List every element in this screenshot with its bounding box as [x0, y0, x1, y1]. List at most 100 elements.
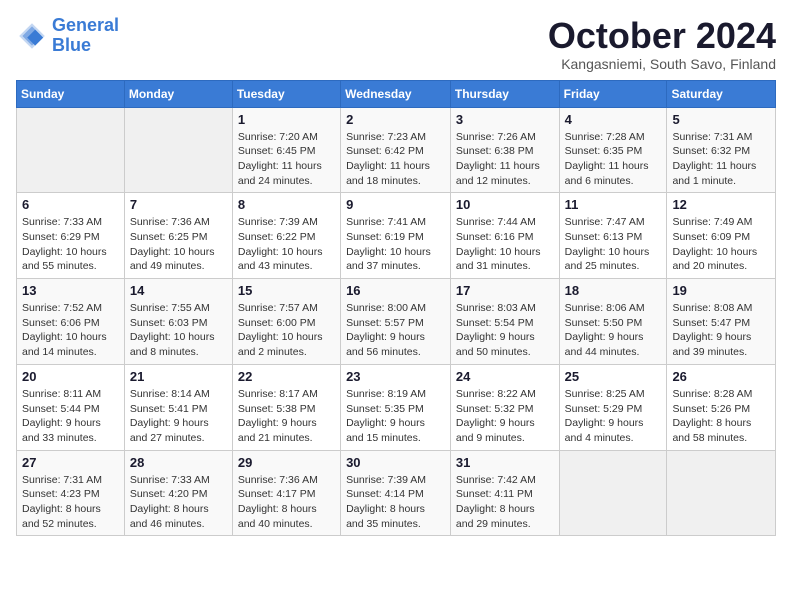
day-info: Sunrise: 7:26 AM Sunset: 6:38 PM Dayligh…	[456, 130, 554, 189]
day-info: Sunrise: 7:57 AM Sunset: 6:00 PM Dayligh…	[238, 301, 335, 360]
calendar-week-5: 27 Sunrise: 7:31 AM Sunset: 4:23 PM Dayli…	[17, 450, 776, 536]
day-number: 23	[346, 369, 445, 384]
calendar-cell: 4Sunrise: 7:28 AM Sunset: 6:35 PM Daylig…	[559, 107, 667, 193]
calendar-cell: 19 Sunrise: 8:08 AM Sunset: 5:47 PM Dayli…	[667, 279, 776, 365]
calendar-week-2: 6 Sunrise: 7:33 AM Sunset: 6:29 PM Daylig…	[17, 193, 776, 279]
day-info: Sunrise: 7:39 AM Sunset: 6:22 PM Dayligh…	[238, 215, 335, 274]
day-info: Sunrise: 7:52 AM Sunset: 6:06 PM Dayligh…	[22, 301, 119, 360]
calendar-week-1: 1Sunrise: 7:20 AM Sunset: 6:45 PM Daylig…	[17, 107, 776, 193]
calendar-cell: 23 Sunrise: 8:19 AM Sunset: 5:35 PM Dayli…	[341, 364, 451, 450]
day-info: Sunrise: 7:42 AM Sunset: 4:11 PM Dayligh…	[456, 473, 554, 532]
day-info: Sunrise: 7:41 AM Sunset: 6:19 PM Dayligh…	[346, 215, 445, 274]
calendar-cell: 14 Sunrise: 7:55 AM Sunset: 6:03 PM Dayli…	[124, 279, 232, 365]
calendar-cell: 16Sunrise: 8:00 AM Sunset: 5:57 PM Dayli…	[341, 279, 451, 365]
day-info: Sunrise: 8:00 AM Sunset: 5:57 PM Dayligh…	[346, 301, 445, 360]
calendar-cell	[667, 450, 776, 536]
day-info: Sunrise: 7:39 AM Sunset: 4:14 PM Dayligh…	[346, 473, 445, 532]
day-info: Sunrise: 8:22 AM Sunset: 5:32 PM Dayligh…	[456, 387, 554, 446]
day-number: 31	[456, 455, 554, 470]
day-number: 25	[565, 369, 662, 384]
day-number: 19	[672, 283, 770, 298]
day-info: Sunrise: 7:36 AM Sunset: 4:17 PM Dayligh…	[238, 473, 335, 532]
day-info: Sunrise: 8:19 AM Sunset: 5:35 PM Dayligh…	[346, 387, 445, 446]
calendar-cell: 31 Sunrise: 7:42 AM Sunset: 4:11 PM Dayli…	[450, 450, 559, 536]
calendar-header: Sunday Monday Tuesday Wednesday Thursday…	[17, 80, 776, 107]
calendar-cell	[124, 107, 232, 193]
calendar-cell: 15 Sunrise: 7:57 AM Sunset: 6:00 PM Dayli…	[232, 279, 340, 365]
month-title: October 2024	[548, 16, 776, 56]
calendar-cell: 30 Sunrise: 7:39 AM Sunset: 4:14 PM Dayli…	[341, 450, 451, 536]
day-number: 18	[565, 283, 662, 298]
header-friday: Friday	[559, 80, 667, 107]
day-info: Sunrise: 8:03 AM Sunset: 5:54 PM Dayligh…	[456, 301, 554, 360]
day-number: 12	[672, 197, 770, 212]
day-info: Sunrise: 7:44 AM Sunset: 6:16 PM Dayligh…	[456, 215, 554, 274]
day-number: 6	[22, 197, 119, 212]
calendar-cell: 1Sunrise: 7:20 AM Sunset: 6:45 PM Daylig…	[232, 107, 340, 193]
logo-line1: General	[52, 15, 119, 35]
calendar-cell: 27 Sunrise: 7:31 AM Sunset: 4:23 PM Dayli…	[17, 450, 125, 536]
header-thursday: Thursday	[450, 80, 559, 107]
day-number: 14	[130, 283, 227, 298]
day-number: 2	[346, 112, 445, 127]
day-info: Sunrise: 7:31 AM Sunset: 4:23 PM Dayligh…	[22, 473, 119, 532]
calendar-body: 1Sunrise: 7:20 AM Sunset: 6:45 PM Daylig…	[17, 107, 776, 536]
day-info: Sunrise: 7:47 AM Sunset: 6:13 PM Dayligh…	[565, 215, 662, 274]
day-number: 29	[238, 455, 335, 470]
calendar-week-3: 13 Sunrise: 7:52 AM Sunset: 6:06 PM Dayli…	[17, 279, 776, 365]
calendar-cell	[559, 450, 667, 536]
day-number: 10	[456, 197, 554, 212]
day-number: 24	[456, 369, 554, 384]
day-number: 3	[456, 112, 554, 127]
page-header: General Blue October 2024 Kangasniemi, S…	[16, 16, 776, 72]
header-tuesday: Tuesday	[232, 80, 340, 107]
day-number: 17	[456, 283, 554, 298]
calendar-cell: 22Sunrise: 8:17 AM Sunset: 5:38 PM Dayli…	[232, 364, 340, 450]
calendar-cell: 28Sunrise: 7:33 AM Sunset: 4:20 PM Dayli…	[124, 450, 232, 536]
calendar-cell: 12 Sunrise: 7:49 AM Sunset: 6:09 PM Dayli…	[667, 193, 776, 279]
day-number: 13	[22, 283, 119, 298]
day-info: Sunrise: 8:08 AM Sunset: 5:47 PM Dayligh…	[672, 301, 770, 360]
calendar-cell: 25 Sunrise: 8:25 AM Sunset: 5:29 PM Dayli…	[559, 364, 667, 450]
day-number: 20	[22, 369, 119, 384]
title-area: October 2024 Kangasniemi, South Savo, Fi…	[548, 16, 776, 72]
day-number: 11	[565, 197, 662, 212]
day-info: Sunrise: 7:31 AM Sunset: 6:32 PM Dayligh…	[672, 130, 770, 189]
calendar-cell: 8 Sunrise: 7:39 AM Sunset: 6:22 PM Daylig…	[232, 193, 340, 279]
day-number: 27	[22, 455, 119, 470]
day-number: 4	[565, 112, 662, 127]
day-info: Sunrise: 7:55 AM Sunset: 6:03 PM Dayligh…	[130, 301, 227, 360]
calendar-cell: 11 Sunrise: 7:47 AM Sunset: 6:13 PM Dayli…	[559, 193, 667, 279]
day-info: Sunrise: 8:14 AM Sunset: 5:41 PM Dayligh…	[130, 387, 227, 446]
day-info: Sunrise: 8:17 AM Sunset: 5:38 PM Dayligh…	[238, 387, 335, 446]
calendar-cell: 9 Sunrise: 7:41 AM Sunset: 6:19 PM Daylig…	[341, 193, 451, 279]
day-info: Sunrise: 8:06 AM Sunset: 5:50 PM Dayligh…	[565, 301, 662, 360]
header-monday: Monday	[124, 80, 232, 107]
day-number: 28	[130, 455, 227, 470]
day-info: Sunrise: 7:36 AM Sunset: 6:25 PM Dayligh…	[130, 215, 227, 274]
calendar-cell: 21 Sunrise: 8:14 AM Sunset: 5:41 PM Dayli…	[124, 364, 232, 450]
logo: General Blue	[16, 16, 119, 56]
calendar-cell: 5 Sunrise: 7:31 AM Sunset: 6:32 PM Daylig…	[667, 107, 776, 193]
calendar-cell: 17 Sunrise: 8:03 AM Sunset: 5:54 PM Dayli…	[450, 279, 559, 365]
header-row: Sunday Monday Tuesday Wednesday Thursday…	[17, 80, 776, 107]
calendar-table: Sunday Monday Tuesday Wednesday Thursday…	[16, 80, 776, 537]
day-info: Sunrise: 8:11 AM Sunset: 5:44 PM Dayligh…	[22, 387, 119, 446]
day-info: Sunrise: 7:23 AM Sunset: 6:42 PM Dayligh…	[346, 130, 445, 189]
day-number: 30	[346, 455, 445, 470]
calendar-week-4: 20 Sunrise: 8:11 AM Sunset: 5:44 PM Dayli…	[17, 364, 776, 450]
day-number: 5	[672, 112, 770, 127]
header-sunday: Sunday	[17, 80, 125, 107]
day-number: 8	[238, 197, 335, 212]
day-number: 9	[346, 197, 445, 212]
calendar-cell: 3 Sunrise: 7:26 AM Sunset: 6:38 PM Daylig…	[450, 107, 559, 193]
calendar-cell: 6 Sunrise: 7:33 AM Sunset: 6:29 PM Daylig…	[17, 193, 125, 279]
day-number: 7	[130, 197, 227, 212]
day-info: Sunrise: 7:49 AM Sunset: 6:09 PM Dayligh…	[672, 215, 770, 274]
day-number: 21	[130, 369, 227, 384]
day-number: 15	[238, 283, 335, 298]
day-info: Sunrise: 7:33 AM Sunset: 6:29 PM Dayligh…	[22, 215, 119, 274]
calendar-cell: 29 Sunrise: 7:36 AM Sunset: 4:17 PM Dayli…	[232, 450, 340, 536]
day-number: 1	[238, 112, 335, 127]
day-info: Sunrise: 8:25 AM Sunset: 5:29 PM Dayligh…	[565, 387, 662, 446]
